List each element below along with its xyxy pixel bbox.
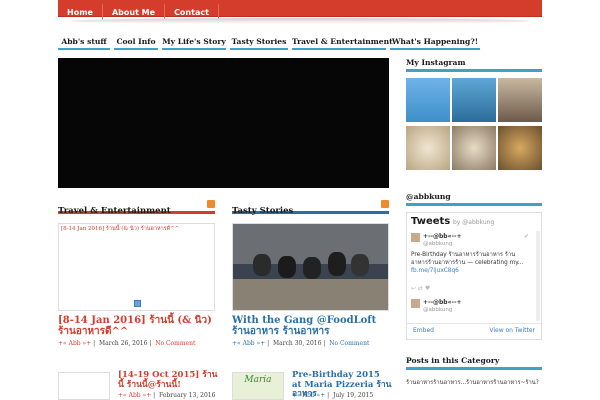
twitter-bird-icon: ✔ <box>523 233 529 240</box>
section-tasty-header: Tasty Stories <box>232 198 389 216</box>
tweet-body: Pre-Birthday ร้านอาหารร้านอาหาร ร้านอาหา… <box>411 252 524 266</box>
cat-tasty-stories[interactable]: Tasty Stories <box>230 34 288 50</box>
instagram-header: My Instagram <box>406 58 542 72</box>
image-person <box>328 252 346 276</box>
posts-category-title: Posts in this Category <box>406 356 500 365</box>
tweets-by[interactable]: by @abbkung <box>453 219 494 226</box>
post-comments[interactable]: No Comment <box>155 340 195 347</box>
avatar[interactable] <box>411 233 420 242</box>
section-travel-header: Travel & Entertainment <box>58 198 215 216</box>
post3-meta: +« Abb »+ | February 13, 2016 <box>118 392 216 399</box>
image-table <box>233 279 388 310</box>
view-on-twitter-link[interactable]: View on Twitter <box>489 327 535 334</box>
post-date: March 30, 2016 <box>272 340 322 347</box>
cat-whats-happening[interactable]: What's Happening?! <box>390 34 480 50</box>
post3-title[interactable]: [14-19 Oct 2015] ร้านนี้ ร้านนี้@ร้านนี้… <box>118 370 218 390</box>
instagram-photo[interactable] <box>406 126 450 170</box>
rss-icon[interactable] <box>207 200 215 208</box>
instagram-photo[interactable] <box>406 78 450 122</box>
tweet-handle[interactable]: @abbkung <box>423 307 452 313</box>
post-author[interactable]: +« Abb »+ <box>292 392 325 399</box>
tasty-post-image[interactable] <box>232 223 389 311</box>
tweet-link[interactable]: fb.me/7ljuxC8q6 <box>411 268 459 274</box>
cat-abbs-stuff[interactable]: Abb's stuff <box>58 34 110 50</box>
tweet-actions[interactable]: ↩ ⇄ ♥ <box>411 285 430 292</box>
post3-thumbnail[interactable] <box>58 372 110 400</box>
twitter-title: @abbkung <box>406 192 451 201</box>
post-date: July 19, 2015 <box>332 392 374 399</box>
avatar[interactable] <box>411 299 420 308</box>
cat-my-lifes-story[interactable]: My Life's Story <box>162 34 226 50</box>
tweet-handle[interactable]: @abbkung <box>423 241 452 247</box>
instagram-photo[interactable] <box>498 78 542 122</box>
cat-travel-entertainment[interactable]: Travel & Entertainment <box>292 34 393 50</box>
broken-image-icon <box>134 300 141 307</box>
divider <box>407 323 541 324</box>
post-date: March 26, 2016 <box>98 340 148 347</box>
tasty-post-meta: +« Abb »+ | March 30, 2016 | No Comment <box>232 340 370 347</box>
image-person <box>351 254 369 276</box>
featured-slider[interactable] <box>58 58 389 188</box>
tweet-name[interactable]: +--@bb«--+ <box>423 299 461 306</box>
instagram-photo[interactable] <box>498 126 542 170</box>
tweet-text: Pre-Birthday ร้านอาหารร้านอาหาร ร้านอาหา… <box>411 251 529 275</box>
tweet-name[interactable]: +--@bb«--+ <box>423 233 461 240</box>
cat-cool-info[interactable]: Cool Info <box>114 34 158 50</box>
instagram-photo[interactable] <box>452 126 496 170</box>
section-travel-title[interactable]: Travel & Entertainment <box>58 206 171 216</box>
image-person <box>253 254 271 276</box>
post4-thumbnail[interactable]: Maria <box>232 372 284 400</box>
thumb-label: Maria <box>244 375 272 385</box>
image-person <box>303 257 321 279</box>
travel-post-meta: +« Abb »+ | March 26, 2016 | No Comment <box>58 340 196 347</box>
nav-shadow <box>70 18 530 24</box>
top-navigation: Home About Me Contact <box>58 0 542 21</box>
category-post-link[interactable]: ร้านอาหารร้านอาหาร...ร้านอาหารร้านอาหาร~… <box>406 377 539 387</box>
section-tasty-title[interactable]: Tasty Stories <box>232 206 293 216</box>
travel-post-image[interactable]: [8-14 Jan 2016] ร้านนี้ (& นิว) ร้านอาหา… <box>58 223 215 311</box>
image-caption: [8-14 Jan 2016] ร้านนี้ (& นิว) ร้านอาหา… <box>61 226 180 232</box>
embed-link[interactable]: Embed <box>413 327 434 334</box>
twitter-widget: Tweets by @abbkung +--@bb«--+ @abbkung ✔… <box>406 212 542 340</box>
posts-category-header: Posts in this Category <box>406 356 542 370</box>
travel-post-title[interactable]: [8-14 Jan 2016] ร้านนี้ (& นิว) ร้านอาหา… <box>58 315 218 337</box>
category-navigation: Abb's stuff Cool Info My Life's Story Ta… <box>58 34 482 50</box>
scrollbar[interactable] <box>536 231 540 321</box>
image-person <box>278 256 296 278</box>
tweets-label: Tweets <box>411 216 451 227</box>
post-author[interactable]: +« Abb »+ <box>58 340 91 347</box>
instagram-title: My Instagram <box>406 58 466 67</box>
instagram-photo[interactable] <box>452 78 496 122</box>
post-author[interactable]: +« Abb »+ <box>232 340 265 347</box>
post-date: February 13, 2016 <box>158 392 216 399</box>
nav-home[interactable]: Home <box>58 4 103 21</box>
rss-icon[interactable] <box>381 200 389 208</box>
post-author[interactable]: +« Abb »+ <box>118 392 151 399</box>
tasty-post-title[interactable]: With the Gang @FoodLoft ร้านอาหาร ร้านอา… <box>232 315 392 337</box>
post4-meta: +« Abb »+ | July 19, 2015 <box>292 392 374 399</box>
post-comments[interactable]: No Comment <box>329 340 369 347</box>
twitter-header: @abbkung <box>406 192 542 206</box>
